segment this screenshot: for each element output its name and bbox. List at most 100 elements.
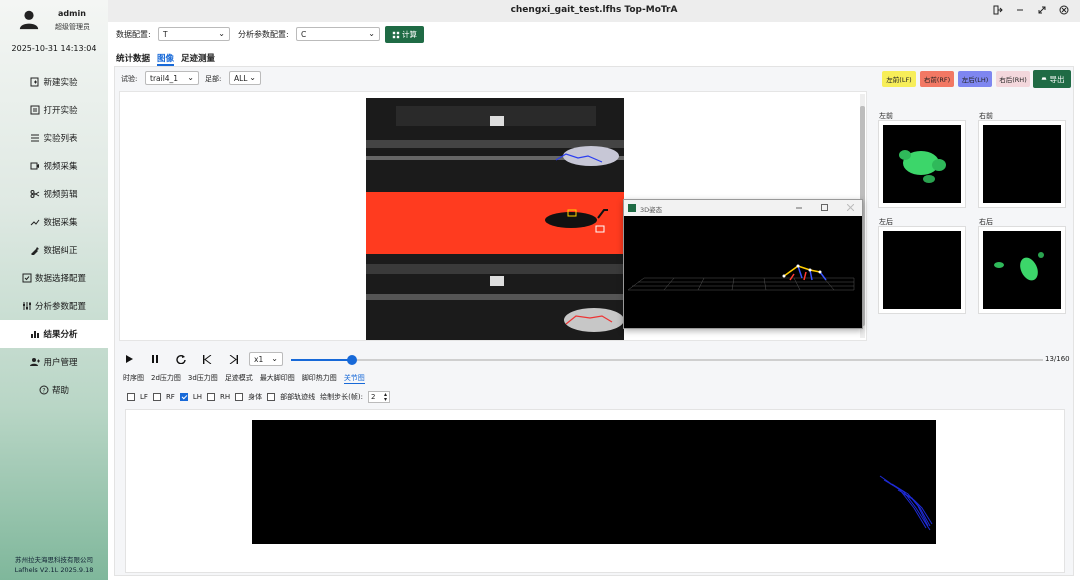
footprint-lh [879, 227, 965, 313]
sidebar-nav: 新建实验 打开实验 实验列表 视频采集 视频剪辑 数据采集 数据纠正 数据选择配… [0, 68, 108, 404]
footprint-label-rh: 右后 [979, 218, 993, 226]
data-icon [31, 219, 40, 226]
analysis-config-label: 分析参数配置: [238, 30, 289, 39]
sidebar-item-new-experiment[interactable]: 新建实验 [0, 68, 108, 96]
window-title: chengxi_gait_test.lfhs Top-MoTrA [510, 5, 678, 15]
speed-select[interactable]: x1 ⌄ [249, 352, 283, 366]
tab-3d-pressure[interactable]: 3d压力图 [188, 373, 218, 384]
pose-3d-title: 3D姿态 [640, 206, 663, 214]
logout-icon[interactable] [992, 4, 1004, 16]
chart-tabs: 时序图 2d压力图 3d压力图 足迹模式 最大脚印图 脚印热力图 关节图 [123, 373, 365, 384]
calculator-icon [392, 31, 400, 38]
stepper-arrows-icon[interactable]: ▴ ▾ [384, 392, 387, 403]
main-content: 数据配置: T ⌄ 分析参数配置: C ⌄ 计算 统计数据 图像 足迹测量 试验… [108, 22, 1080, 580]
tab-2d-pressure[interactable]: 2d压力图 [151, 373, 181, 384]
previous-frame-icon[interactable] [201, 353, 213, 365]
checkbox-trajectory[interactable] [267, 393, 276, 401]
speed-value: x1 [254, 355, 264, 364]
paw-lh-button[interactable]: 左后(LH) [958, 71, 992, 87]
help-icon: ? [39, 385, 49, 395]
checkbox-rf[interactable] [152, 393, 161, 401]
tab-joint[interactable]: 关节图 [343, 373, 365, 384]
frame-slider-handle[interactable] [347, 355, 358, 365]
tab-max-footprint[interactable]: 最大脚印图 [260, 373, 295, 384]
data-config-label: 数据配置: [116, 30, 151, 39]
analysis-config-select[interactable]: C ⌄ [296, 27, 380, 41]
pose-3d-window[interactable]: 3D姿态 [623, 199, 863, 329]
title-bar: chengxi_gait_test.lfhs Top-MoTrA [108, 0, 1080, 22]
foot-select[interactable]: ALL ⌄ [229, 71, 261, 85]
checkbox-trajectory-label: 部部轨迹线 [280, 393, 316, 401]
restore-icon[interactable] [1036, 4, 1048, 16]
sidebar-item-video-capture[interactable]: 视频采集 [0, 152, 108, 180]
joint-chart-canvas [252, 420, 936, 544]
sidebar-item-help[interactable]: ? 帮助 [0, 376, 108, 404]
minimize-icon[interactable] [796, 205, 802, 211]
sidebar-item-label: 数据纠正 [43, 246, 78, 256]
sidebar-item-label: 帮助 [51, 386, 69, 396]
sidebar-item-analysis-config[interactable]: 分析参数配置 [0, 292, 108, 320]
tab-footprint-measure[interactable]: 足迹测量 [181, 52, 215, 66]
calculate-label: 计算 [402, 30, 417, 39]
close-icon[interactable] [1058, 4, 1070, 16]
close-icon[interactable] [847, 204, 854, 211]
sidebar-item-experiment-list[interactable]: 实验列表 [0, 124, 108, 152]
footprint-panel: 左前 右前 左后 右后 [879, 111, 1069, 329]
sidebar-item-label: 用户管理 [43, 358, 78, 368]
pause-icon[interactable] [149, 353, 161, 365]
sidebar-item-label: 新建实验 [43, 78, 78, 88]
mouse-video-frame[interactable] [366, 98, 624, 340]
list-icon [31, 134, 40, 142]
play-icon[interactable] [123, 353, 135, 365]
data-config-select[interactable]: T ⌄ [158, 27, 230, 41]
footprint-rh-image [994, 252, 1044, 281]
open-file-icon [30, 105, 40, 115]
replay-icon[interactable] [175, 353, 187, 365]
footprint-rh [979, 227, 1065, 313]
company-name: 苏州拉夫海思科技有限公司 [15, 556, 93, 564]
trial-select[interactable]: trail4_1 ⌄ [145, 71, 199, 85]
checkbox-lh[interactable] [179, 393, 188, 401]
sidebar-item-label: 数据采集 [43, 218, 78, 228]
sidebar-item-result-analysis[interactable]: 结果分析 [0, 320, 108, 348]
paw-lf-button[interactable]: 左前(LF) [882, 71, 916, 87]
checkbox-body[interactable] [235, 393, 244, 401]
maximize-icon[interactable] [821, 204, 828, 211]
step-stepper[interactable]: 2 ▴ ▾ [367, 391, 390, 403]
sidebar-item-video-edit[interactable]: 视频剪辑 [0, 180, 108, 208]
tab-statistics[interactable]: 统计数据 [116, 52, 150, 66]
export-button[interactable]: 导出 [1033, 70, 1071, 88]
sidebar-item-open-experiment[interactable]: 打开实验 [0, 96, 108, 124]
avatar-icon [19, 10, 39, 30]
chevron-down-icon: ⌄ [368, 29, 375, 38]
user-info: admin 超级管理员 [14, 6, 104, 34]
trial-label: 试验: [121, 75, 138, 83]
export-label: 导出 [1049, 74, 1065, 84]
sidebar-item-user-management[interactable]: 用户管理 [0, 348, 108, 376]
tab-timing[interactable]: 时序图 [123, 373, 144, 384]
pose-3d-titlebar[interactable]: 3D姿态 [624, 200, 862, 216]
company-info: 苏州拉夫海思科技有限公司 Lafhels V2.1L 2025.9.18 [0, 555, 108, 575]
sidebar-item-data-capture[interactable]: 数据采集 [0, 208, 108, 236]
sidebar-item-data-select-config[interactable]: 数据选择配置 [0, 264, 108, 292]
sidebar-item-data-correct[interactable]: 数据纠正 [0, 236, 108, 264]
checkbox-lf[interactable] [127, 393, 135, 401]
checkbox-rh[interactable] [207, 393, 215, 401]
footprint-label-rf: 右前 [979, 112, 993, 120]
clock: 2025-10-31 14:13:04 [11, 44, 97, 53]
tab-footprint-heatmap[interactable]: 脚印热力图 [302, 373, 337, 384]
calculate-button[interactable]: 计算 [385, 26, 424, 43]
user-icon [30, 358, 41, 366]
paw-rh-button[interactable]: 右后(RH) [996, 71, 1030, 87]
sliders-icon [22, 302, 31, 310]
app-icon [628, 204, 636, 212]
scissors-icon [30, 190, 40, 198]
paw-rf-button[interactable]: 右前(RF) [920, 71, 954, 87]
foot-label: 足部: [205, 75, 222, 83]
next-frame-icon[interactable] [227, 353, 239, 365]
minimize-icon[interactable] [1014, 4, 1026, 16]
frame-slider[interactable] [291, 355, 1043, 365]
sidebar-item-label: 数据选择配置 [34, 274, 86, 284]
tab-footprint-pattern[interactable]: 足迹模式 [225, 373, 253, 384]
tab-image[interactable]: 图像 [157, 52, 175, 66]
